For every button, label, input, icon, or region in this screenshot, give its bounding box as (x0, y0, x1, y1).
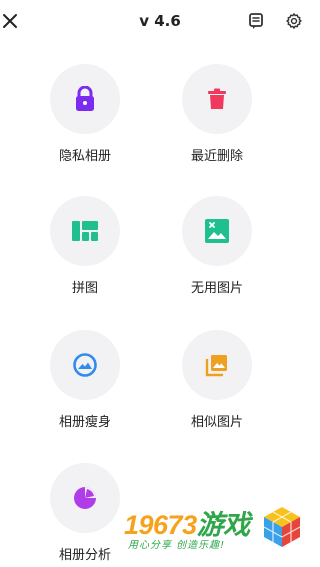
broken-image-icon (205, 219, 229, 243)
useless-images-button[interactable] (182, 196, 252, 266)
recently-deleted-button[interactable] (182, 64, 252, 134)
private-album-button[interactable] (50, 64, 120, 134)
watermark-subtitle: 用心分享 创造乐趣! (128, 540, 226, 551)
feature-label: 相册分析 (58, 548, 111, 563)
album-slim-button[interactable] (50, 330, 120, 400)
slim-icon (73, 353, 97, 377)
feedback-button[interactable] (246, 11, 266, 31)
trash-icon (208, 88, 226, 109)
feature-album-slim[interactable]: 相册瘦身 (40, 330, 130, 440)
close-icon (3, 14, 17, 28)
feature-label: 隐私相册 (58, 149, 111, 164)
feature-label: 拼图 (71, 281, 98, 296)
pie-chart-icon (74, 487, 96, 509)
feature-private-album[interactable]: 隐私相册 (40, 64, 130, 174)
cube-logo-icon (263, 507, 301, 547)
feature-label: 相册瘦身 (58, 415, 111, 430)
feedback-icon (249, 13, 263, 29)
feature-recently-deleted[interactable]: 最近删除 (172, 64, 262, 174)
settings-button[interactable] (284, 11, 304, 31)
collage-icon (72, 221, 98, 241)
feature-label: 相似图片 (190, 415, 243, 430)
similar-photos-button[interactable] (182, 330, 252, 400)
lock-icon (76, 86, 94, 111)
gear-icon (286, 13, 302, 29)
feature-similar-photos[interactable]: 相似图片 (172, 330, 262, 440)
feature-collage[interactable]: 拼图 (40, 196, 130, 306)
watermark-logo: 19673游戏 用心分享 创造乐趣! (122, 501, 318, 561)
similar-photos-icon (205, 355, 227, 377)
top-bar: v 4.6 (0, 0, 320, 44)
close-button[interactable] (0, 10, 20, 32)
version-title: v 4.6 (139, 12, 181, 30)
feature-label: 无用图片 (190, 281, 243, 296)
feature-useless-images[interactable]: 无用图片 (172, 196, 262, 306)
feature-label: 最近删除 (190, 149, 243, 164)
album-analysis-button[interactable] (50, 463, 120, 533)
collage-button[interactable] (50, 196, 120, 266)
feature-album-analysis[interactable]: 相册分析 (40, 463, 130, 567)
